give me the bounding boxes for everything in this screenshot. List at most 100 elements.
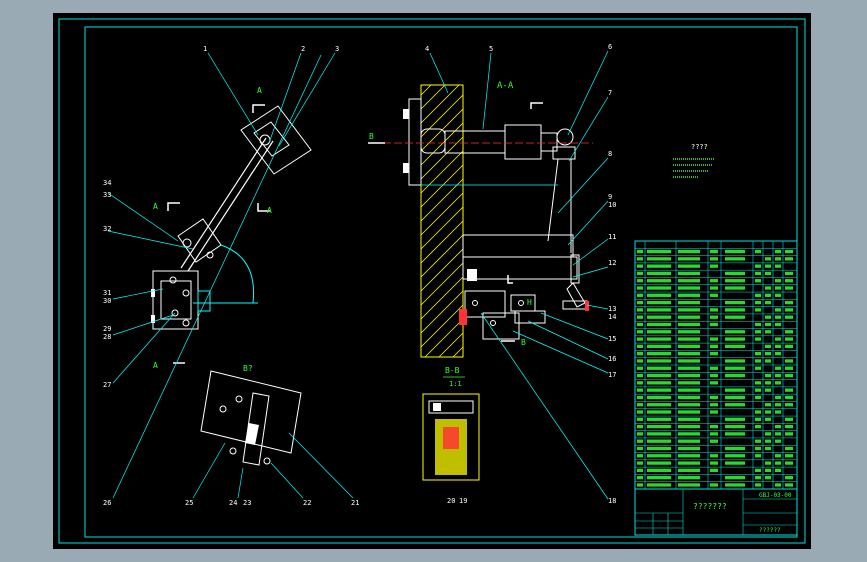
table-cell-mark [725,257,745,261]
table-cell-mark [710,468,718,473]
table-cell-mark [710,322,718,327]
table-cell-mark [710,257,718,261]
table-cell-mark [678,293,700,297]
table-cell-mark [725,454,745,458]
table-cell-mark [710,352,718,356]
table-cell-mark [637,286,643,290]
table-cell-mark [637,352,643,356]
table-cell-mark [710,373,718,378]
clamp-bolt [518,300,524,306]
callout-32: 32 [103,225,111,233]
table-cell-mark [647,439,671,443]
callout-2: 2 [301,45,305,53]
table-cell-mark [725,279,745,283]
rod-end [540,132,558,152]
bracket-detail [197,290,211,312]
table-cell-mark [765,359,771,363]
lower-slide [462,256,578,280]
upper-clamp-inner [253,121,290,157]
table-cell-mark [637,293,643,297]
table-cell-mark [637,308,643,312]
table-cell-mark [637,439,643,443]
table-cell-mark [637,446,643,451]
table-cell-mark [725,315,745,319]
table-cell-mark [725,483,745,487]
table-cell-mark [678,352,700,356]
table-cell-mark [647,315,671,319]
label-a-left: A [153,202,158,211]
table-cell-mark [755,359,761,363]
table-cell-mark [765,468,771,473]
callout-21: 21 [351,499,359,507]
section-bb-scale: 1:1 [449,380,462,388]
table-cell-mark [755,417,761,421]
table-cell-mark [725,359,745,363]
table-cell-mark [755,454,761,458]
table-cell-mark [755,337,761,341]
table-cell-mark [710,249,718,254]
base-mount-inner [160,280,192,320]
table-cell-mark [647,293,671,297]
table-cell-mark [775,410,781,414]
table-cell-mark [647,344,671,349]
view-b-key [245,423,259,445]
table-cell-mark [710,366,718,370]
base-bolt [182,289,190,297]
left-view: A A A A [151,86,312,370]
parts-table [634,240,798,490]
table-cell-mark [637,300,643,305]
table-cell-mark [765,264,771,268]
view-b-bolt [235,395,243,403]
callout-leaders [107,50,609,500]
table-cell-mark [775,322,781,327]
table-cell-mark [765,257,771,261]
table-cell-mark [785,286,793,290]
table-cell-mark [785,330,793,334]
table-cell-mark [755,271,761,276]
table-cell-mark [755,279,761,283]
table-cell-mark [647,300,671,305]
table-cell-mark [637,468,643,473]
table-cell-mark [765,446,771,451]
table-cell-mark [678,257,700,261]
table-cell-mark [725,344,745,349]
table-cell-mark [785,279,793,283]
slide-bolt [467,269,477,281]
table-cell-mark [775,352,781,356]
table-cell-mark [755,483,761,487]
table-cell-mark [678,381,700,385]
mount-plate [408,98,422,186]
callout-4: 4 [425,45,429,53]
callout-23: 23 [243,499,251,507]
table-cell-mark [775,483,781,487]
mount-bolt [403,109,409,119]
table-cell-mark [678,424,700,429]
table-cell-mark [647,432,671,436]
label-a-bottom: A [153,361,158,370]
callout-13: 13 [608,305,616,313]
table-cell-mark [637,359,643,363]
table-cell-mark [785,366,793,370]
upper-clamp-block [240,105,312,175]
table-cell-mark [647,373,671,378]
view-b-bolt [229,447,237,455]
table-cell-mark [775,432,781,436]
section-aa: A-A B B H [368,81,593,358]
table-cell-mark [765,439,771,443]
table-cell-mark [637,388,643,392]
table-cell-mark [710,315,718,319]
table-cell-mark [785,483,793,487]
callout-14: 14 [608,313,616,321]
table-cell-mark [755,308,761,312]
table-cell-mark [765,403,771,407]
table-cell-mark [725,300,745,305]
table-cell-mark [647,403,671,407]
callout-11: 11 [608,233,616,241]
table-cell-mark [710,308,718,312]
gripper-tip [562,300,588,310]
table-cell-mark [678,446,700,451]
table-cell-mark [678,330,700,334]
table-cell-mark [725,337,745,341]
table-cell-mark [637,476,643,480]
callout-9: 9 [608,193,612,201]
